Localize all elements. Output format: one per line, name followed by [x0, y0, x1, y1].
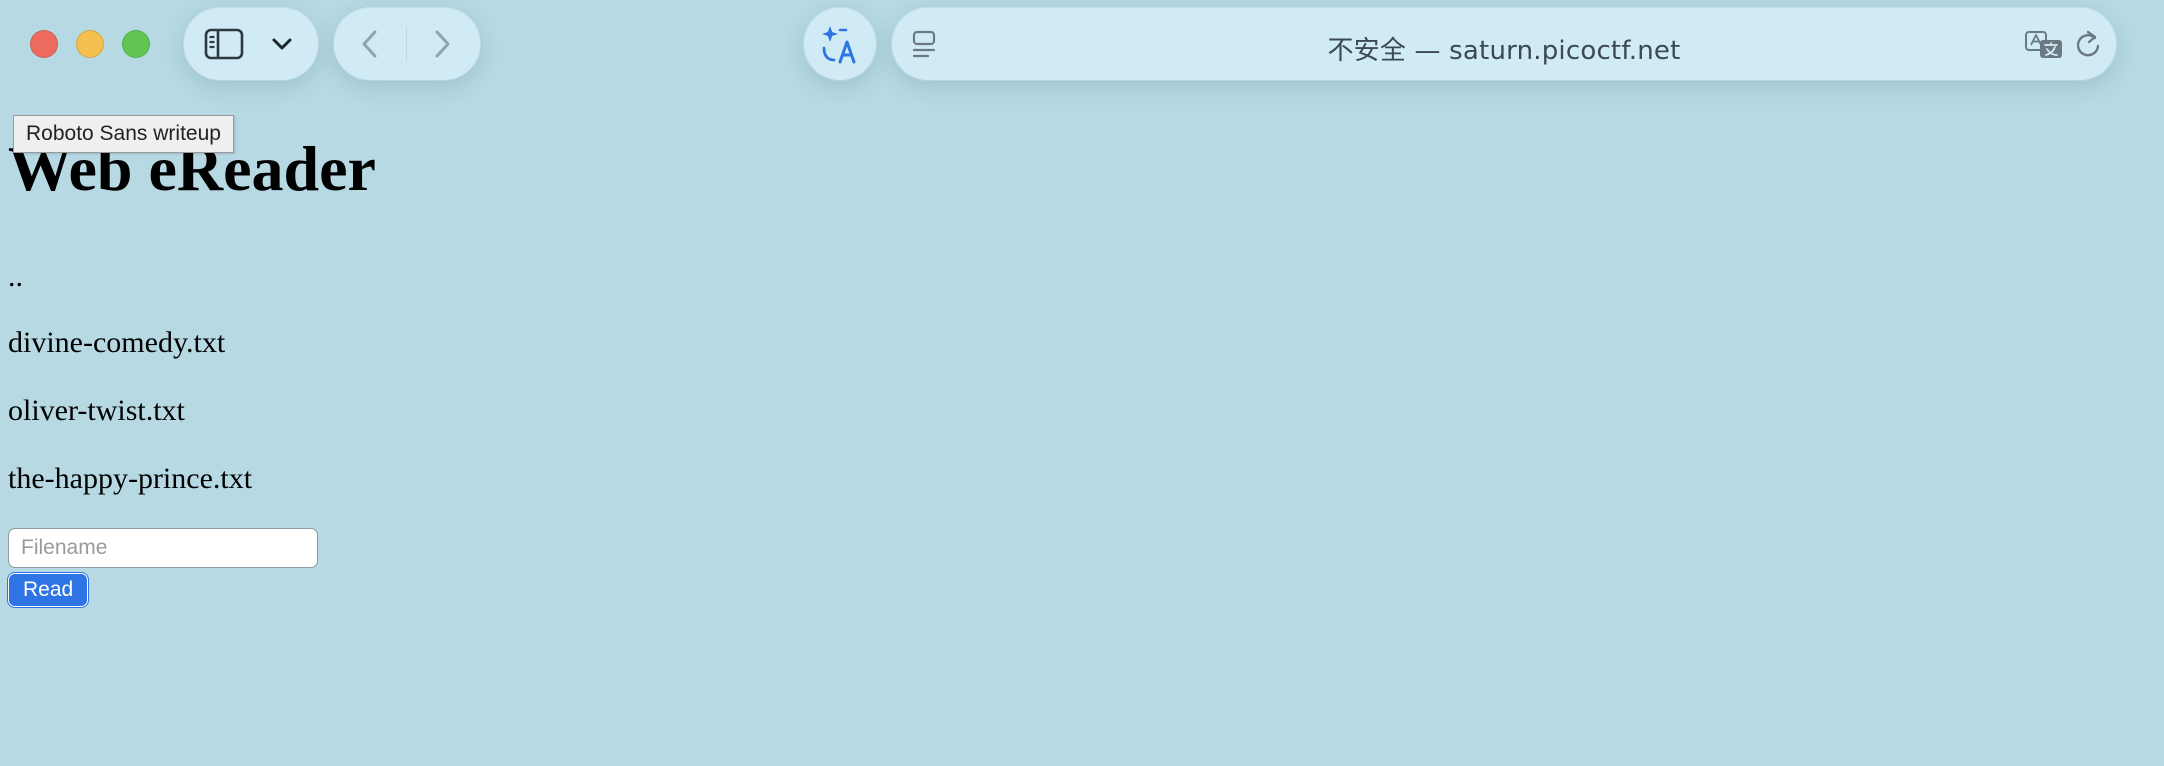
maximize-window-button[interactable] [122, 30, 150, 58]
file-link-oliver-twist[interactable]: oliver-twist.txt [8, 396, 185, 426]
close-window-button[interactable] [30, 30, 58, 58]
navigation-group [334, 8, 480, 80]
ai-translate-button[interactable] [804, 8, 876, 80]
file-link-divine-comedy[interactable]: divine-comedy.txt [8, 328, 225, 358]
url-text[interactable]: 不安全 — saturn.picoctf.net [892, 30, 2116, 67]
sidebar-toggle-group [184, 8, 318, 80]
page-translate-icon[interactable] [2024, 30, 2064, 60]
minimize-window-button[interactable] [76, 30, 104, 58]
file-link-the-happy-prince[interactable]: the-happy-prince.txt [8, 464, 252, 494]
read-button[interactable]: Read [8, 573, 89, 607]
address-bar[interactable]: 不安全 — saturn.picoctf.net [892, 8, 2116, 80]
forward-icon[interactable] [428, 28, 456, 60]
sidebar-icon[interactable] [204, 28, 244, 60]
back-icon[interactable] [356, 28, 384, 60]
ai-translate-icon [818, 22, 862, 66]
chevron-down-icon[interactable] [268, 33, 296, 55]
parent-directory-link[interactable]: .. [8, 262, 23, 292]
filename-input[interactable] [8, 528, 318, 568]
reload-icon[interactable] [2074, 29, 2102, 59]
tooltip: Roboto Sans writeup [13, 115, 234, 153]
nav-divider [406, 26, 407, 62]
